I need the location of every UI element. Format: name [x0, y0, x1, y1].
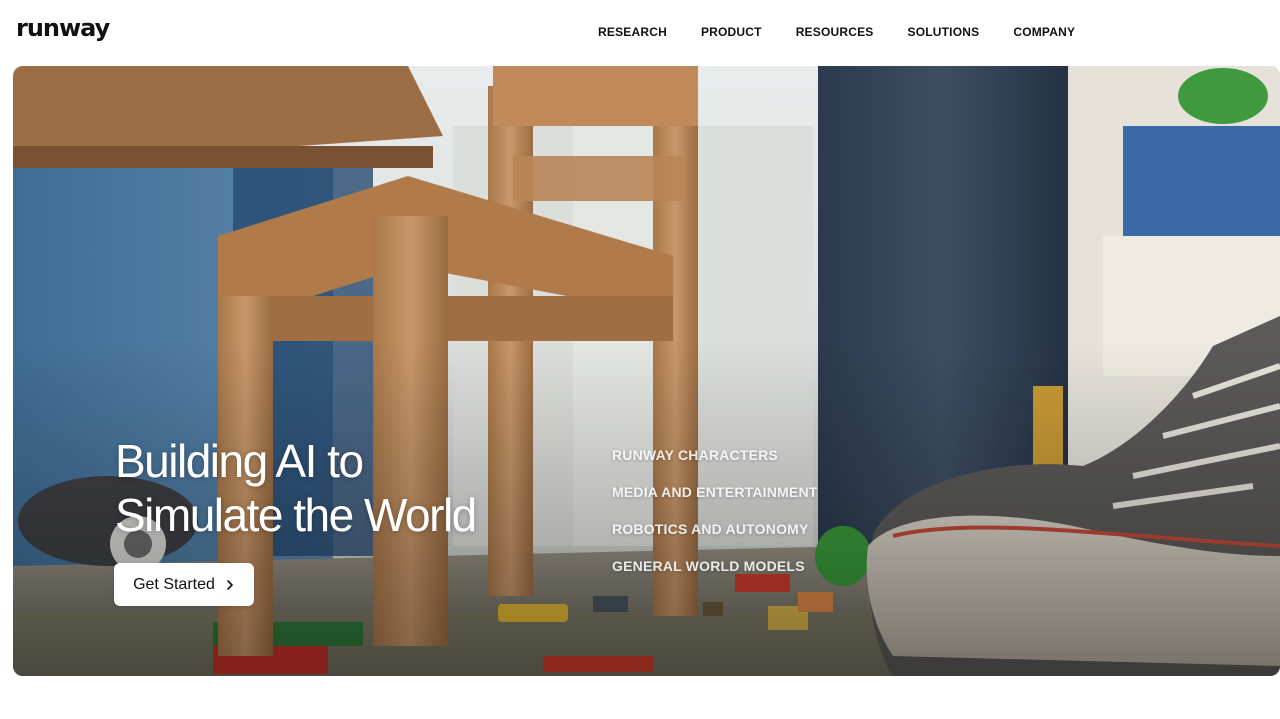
hero-headline: Building AI to Simulate the World: [115, 434, 477, 542]
nav-item-research[interactable]: RESEARCH: [598, 25, 667, 39]
nav-item-company[interactable]: COMPANY: [1013, 25, 1075, 39]
top-navigation-bar: runway RESEARCH PRODUCT RESOURCES SOLUTI…: [0, 0, 1280, 64]
chevron-right-icon: [225, 579, 235, 591]
headline-line-1: Building AI to: [115, 435, 364, 487]
main-nav: RESEARCH PRODUCT RESOURCES SOLUTIONS COM…: [598, 25, 1075, 39]
topic-link-media-entertainment[interactable]: MEDIA AND ENTERTAINMENT: [612, 484, 818, 521]
get-started-button[interactable]: Get Started: [114, 563, 254, 606]
headline-line-2: Simulate the World: [115, 489, 477, 541]
nav-item-solutions[interactable]: SOLUTIONS: [908, 25, 980, 39]
get-started-label: Get Started: [133, 575, 215, 593]
topic-links: RUNWAY CHARACTERS MEDIA AND ENTERTAINMEN…: [612, 447, 818, 595]
topic-link-general-world-models[interactable]: GENERAL WORLD MODELS: [612, 558, 818, 595]
nav-item-resources[interactable]: RESOURCES: [796, 25, 874, 39]
runway-logo[interactable]: runway: [16, 14, 110, 42]
topic-link-runway-characters[interactable]: RUNWAY CHARACTERS: [612, 447, 818, 484]
hero-banner: Building AI to Simulate the World Get St…: [13, 66, 1280, 676]
nav-item-product[interactable]: PRODUCT: [701, 25, 762, 39]
topic-link-robotics-autonomy[interactable]: ROBOTICS AND AUTONOMY: [612, 521, 818, 558]
